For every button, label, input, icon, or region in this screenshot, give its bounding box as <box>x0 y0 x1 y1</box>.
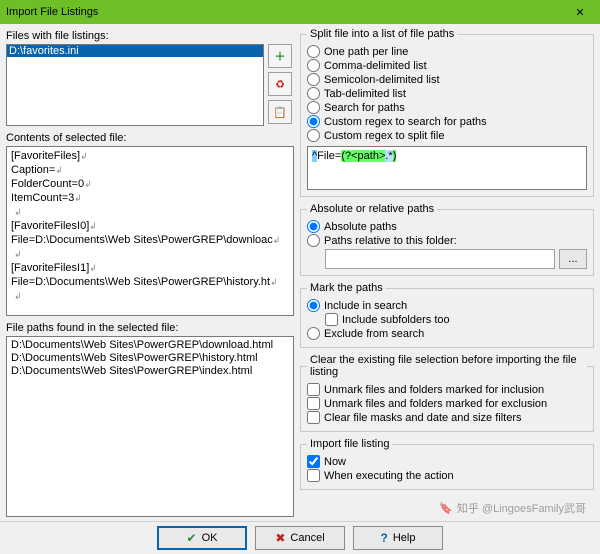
files-listbox[interactable]: D:\favorites.ini <box>6 44 264 126</box>
mark-include-radio[interactable]: Include in search <box>307 299 587 312</box>
split-comma[interactable]: Comma-delimited list <box>307 59 587 72</box>
split-group: Split file into a list of file paths One… <box>300 28 594 197</box>
import-now-check[interactable]: Now <box>307 455 587 468</box>
regex-dot: .* <box>385 150 392 162</box>
title-bar: Import File Listings ✕ <box>0 0 600 24</box>
clipboard-icon: 📋 <box>273 106 287 119</box>
browse-folder-button[interactable]: ... <box>559 249 587 269</box>
files-list-label: Files with file listings: <box>6 30 294 42</box>
button-bar: ✔ OK ✖ Cancel ? Help <box>0 521 600 554</box>
import-group: Import file listing Now When executing t… <box>300 438 594 490</box>
window-title: Import File Listings <box>6 6 566 18</box>
left-column: Files with file listings: D:\favorites.i… <box>0 24 298 521</box>
help-icon: ? <box>381 531 388 545</box>
absolute-paths-radio[interactable]: Absolute paths <box>307 220 587 233</box>
path-item[interactable]: D:\Documents\Web Sites\PowerGREP\history… <box>11 352 289 365</box>
add-file-button[interactable]: ＋ <box>268 44 292 68</box>
paste-file-button[interactable]: 📋 <box>268 100 292 124</box>
split-legend: Split file into a list of file paths <box>307 28 457 40</box>
regex-group-close: ) <box>393 150 397 162</box>
ok-button[interactable]: ✔ OK <box>157 526 247 550</box>
mark-legend: Mark the paths <box>307 282 386 294</box>
dialog-body: Files with file listings: D:\favorites.i… <box>0 24 600 521</box>
clear-masks-check[interactable]: Clear file masks and date and size filte… <box>307 411 587 424</box>
clear-exclusion-check[interactable]: Unmark files and folders marked for excl… <box>307 397 587 410</box>
found-paths-listbox[interactable]: D:\Documents\Web Sites\PowerGREP\downloa… <box>6 336 294 517</box>
help-button[interactable]: ? Help <box>353 526 443 550</box>
remove-file-button[interactable]: ♻ <box>268 72 292 96</box>
file-tools: ＋ ♻ 📋 <box>268 44 294 126</box>
contents-textbox[interactable]: [FavoriteFiles]↲Caption=↲FolderCount=0↲I… <box>6 146 294 316</box>
split-custom-search[interactable]: Custom regex to search for paths <box>307 115 587 128</box>
clear-legend: Clear the existing file selection before… <box>307 354 587 378</box>
regex-literal: File= <box>317 150 341 162</box>
path-item[interactable]: D:\Documents\Web Sites\PowerGREP\index.h… <box>11 365 289 378</box>
relative-folder-input[interactable] <box>325 249 555 269</box>
mark-group: Mark the paths Include in search Include… <box>300 282 594 348</box>
abs-legend: Absolute or relative paths <box>307 203 437 215</box>
split-tab[interactable]: Tab-delimited list <box>307 87 587 100</box>
abs-rel-group: Absolute or relative paths Absolute path… <box>300 203 594 276</box>
close-icon[interactable]: ✕ <box>566 6 594 19</box>
include-subfolders-check[interactable]: Include subfolders too <box>325 313 587 326</box>
recycle-icon: ♻ <box>275 78 285 91</box>
split-semicolon[interactable]: Semicolon-delimited list <box>307 73 587 86</box>
plus-icon: ＋ <box>275 48 286 64</box>
import-legend: Import file listing <box>307 438 392 450</box>
split-search[interactable]: Search for paths <box>307 101 587 114</box>
contents-label: Contents of selected file: <box>6 132 294 144</box>
mark-exclude-radio[interactable]: Exclude from search <box>307 327 587 340</box>
x-icon: ✖ <box>275 531 285 545</box>
split-one-per-line[interactable]: One path per line <box>307 45 587 58</box>
cancel-button[interactable]: ✖ Cancel <box>255 526 345 550</box>
right-column: Split file into a list of file paths One… <box>298 24 600 521</box>
found-paths-label: File paths found in the selected file: <box>6 322 294 334</box>
clear-group: Clear the existing file selection before… <box>300 354 594 432</box>
check-icon: ✔ <box>187 531 197 545</box>
regex-group-open: (?<path> <box>341 150 385 162</box>
regex-input[interactable]: ^File=(?<path>.*) <box>307 146 587 190</box>
path-item[interactable]: D:\Documents\Web Sites\PowerGREP\downloa… <box>11 339 289 352</box>
relative-paths-radio[interactable]: Paths relative to this folder: <box>307 234 587 247</box>
split-custom-split[interactable]: Custom regex to split file <box>307 129 587 142</box>
import-exec-check[interactable]: When executing the action <box>307 469 587 482</box>
clear-inclusion-check[interactable]: Unmark files and folders marked for incl… <box>307 383 587 396</box>
file-item[interactable]: D:\favorites.ini <box>7 45 263 57</box>
